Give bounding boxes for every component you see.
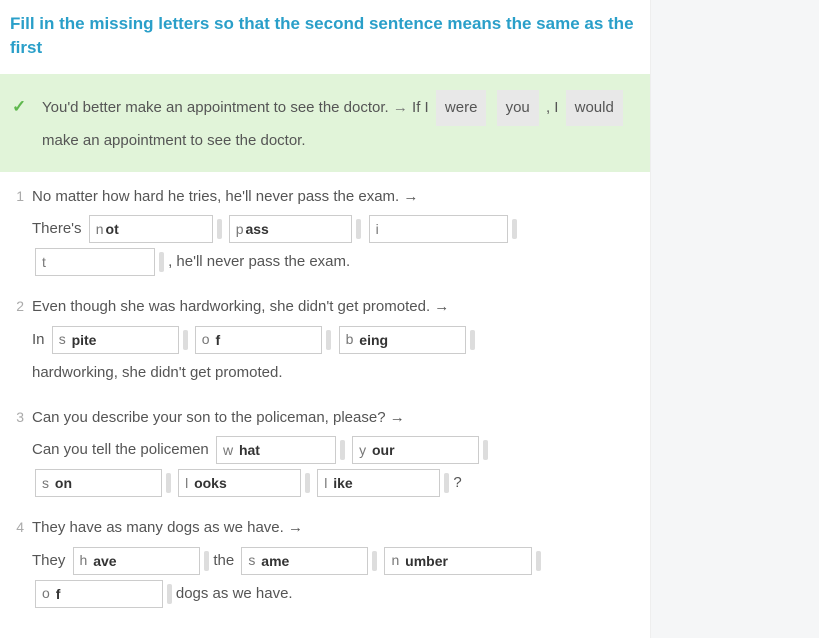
example-text-4: make an appointment to see the doctor. (42, 132, 306, 149)
question-prompt: No matter how hard he tries, he'll never… (32, 186, 640, 209)
answer-text: In (32, 331, 49, 348)
answer-text: There's (32, 220, 86, 237)
answer-text: hardworking, she didn't get promoted. (32, 356, 640, 389)
drag-handle[interactable] (217, 219, 222, 239)
main-content: Fill in the missing letters so that the … (0, 0, 650, 638)
question-4: 4 They have as many dogs as we have. → T… (10, 517, 640, 610)
example-box: ✓ You'd better make an appointment to se… (0, 74, 650, 172)
blank-input[interactable]: s (35, 469, 162, 497)
answer-text: They (32, 552, 70, 569)
question-number: 2 (10, 296, 32, 389)
questions-container: 1 No matter how hard he tries, he'll nev… (0, 186, 650, 638)
blank-input[interactable]: h (73, 547, 201, 575)
input-field[interactable] (239, 442, 329, 458)
input-field[interactable] (215, 332, 315, 348)
input-field[interactable] (106, 221, 206, 237)
answer-text: ? (453, 474, 461, 491)
question-prompt: Even though she was hardworking, she did… (32, 296, 640, 319)
drag-handle[interactable] (444, 473, 449, 493)
drag-handle[interactable] (356, 219, 361, 239)
answer-text: , he'll never pass the exam. (168, 253, 350, 270)
example-fill-2: you (497, 90, 539, 126)
drag-handle[interactable] (204, 551, 209, 571)
blank-input[interactable]: n (89, 215, 213, 243)
check-icon: ✓ (12, 90, 26, 124)
blank-input[interactable]: s (52, 326, 179, 354)
drag-handle[interactable] (536, 551, 541, 571)
question-prompt: Can you describe your son to the policem… (32, 407, 640, 430)
drag-handle[interactable] (167, 584, 172, 604)
answer-text: Can you tell the policemen (32, 441, 213, 458)
drag-handle[interactable] (372, 551, 377, 571)
input-field[interactable] (55, 475, 155, 491)
drag-handle[interactable] (166, 473, 171, 493)
blank-input[interactable]: l (317, 469, 440, 497)
question-3: 3 Can you describe your son to the polic… (10, 407, 640, 500)
question-number: 1 (10, 186, 32, 279)
input-field[interactable] (372, 442, 472, 458)
blank-input[interactable]: o (35, 580, 163, 608)
drag-handle[interactable] (470, 330, 475, 350)
input-field[interactable] (194, 475, 294, 491)
blank-input[interactable]: i (369, 215, 508, 243)
example-fill-1: were (436, 90, 487, 126)
blank-input[interactable]: s (241, 547, 368, 575)
blank-input[interactable]: y (352, 436, 479, 464)
drag-handle[interactable] (512, 219, 517, 239)
question-number: 3 (10, 407, 32, 500)
example-fill-3: would (566, 90, 623, 126)
blank-input[interactable]: w (216, 436, 336, 464)
example-text-3: , I (542, 99, 563, 116)
blank-input[interactable]: b (339, 326, 467, 354)
exercise-title: Fill in the missing letters so that the … (0, 0, 650, 74)
blank-input[interactable]: o (195, 326, 323, 354)
blank-input[interactable]: p (229, 215, 353, 243)
arrow-icon: → (393, 99, 408, 116)
input-field[interactable] (72, 332, 172, 348)
question-number: 4 (10, 517, 32, 610)
input-field[interactable] (381, 221, 501, 237)
sidebar-panel (650, 0, 819, 638)
example-text-2: If I (408, 99, 433, 116)
blank-input[interactable]: t (35, 248, 155, 276)
blank-input[interactable]: n (384, 547, 532, 575)
question-prompt: They have as many dogs as we have. → (32, 517, 640, 540)
input-field[interactable] (261, 553, 361, 569)
drag-handle[interactable] (305, 473, 310, 493)
input-field[interactable] (359, 332, 459, 348)
drag-handle[interactable] (183, 330, 188, 350)
drag-handle[interactable] (159, 252, 164, 272)
input-field[interactable] (333, 475, 433, 491)
input-field[interactable] (405, 553, 525, 569)
question-2: 2 Even though she was hardworking, she d… (10, 296, 640, 389)
input-field[interactable] (245, 221, 345, 237)
blank-input[interactable]: l (178, 469, 301, 497)
example-text-1: You'd better make an appointment to see … (42, 99, 393, 116)
drag-handle[interactable] (483, 440, 488, 460)
answer-text: dogs as we have. (176, 585, 293, 602)
drag-handle[interactable] (340, 440, 345, 460)
input-field[interactable] (93, 553, 193, 569)
input-field[interactable] (56, 586, 156, 602)
input-field[interactable] (48, 254, 148, 270)
drag-handle[interactable] (326, 330, 331, 350)
answer-text: the (213, 552, 238, 569)
question-1: 1 No matter how hard he tries, he'll nev… (10, 186, 640, 279)
